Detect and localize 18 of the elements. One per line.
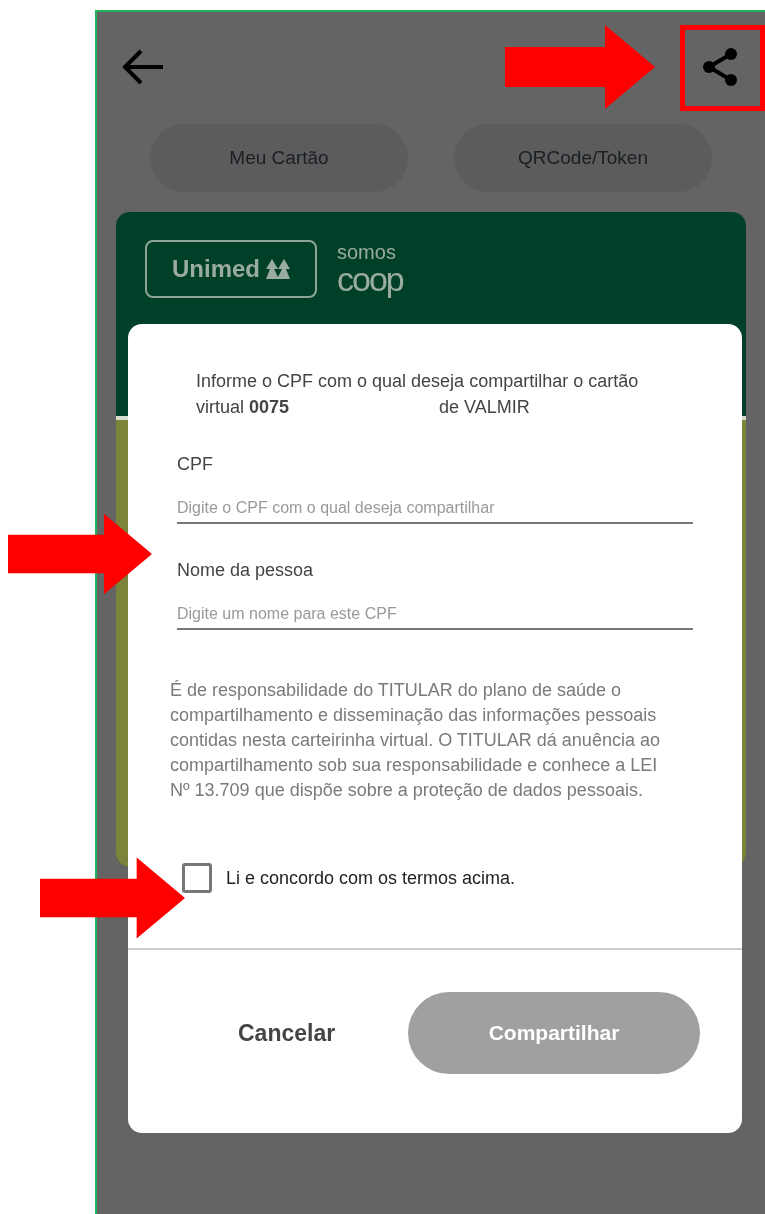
text-field[interactable]: Digite um nome para este CPF: [177, 600, 693, 630]
cancel-button[interactable]: Cancelar: [208, 1005, 366, 1061]
tab[interactable]: QRCode/Token: [454, 124, 712, 192]
field-label: Nome da pessoa: [177, 559, 315, 582]
agree-label: Li e concordo com os termos acima.: [226, 866, 516, 890]
brand-logo: Unimed: [145, 240, 317, 298]
tree-icon: [266, 259, 290, 279]
tab[interactable]: Meu Cartão: [150, 124, 408, 192]
field-label: CPF: [177, 453, 214, 476]
disclaimer-text: É de responsabilidade do TITULAR do plano de saúde o compartilhamento e disseminação das informações pessoais contidas nesta carteirinha virtual. O TITULAR dá anuência ao compartilhamento sob sua responsabilidade e conhece a LEI Nº 13.709 que dispõe sobre a proteção de dados pessoais.: [170, 679, 661, 802]
annotation-arrow-icon: [8, 513, 152, 595]
agree-checkbox[interactable]: [182, 863, 212, 893]
annotation-arrow-icon: [505, 25, 655, 109]
dialog-message: Informe o CPF com o qual deseja compartilhar o cartão virtual 0075 de VALMIR: [196, 370, 640, 419]
back-arrow-icon[interactable]: [121, 47, 165, 87]
text-field[interactable]: Digite o CPF com o qual deseja compartilhar: [177, 494, 693, 524]
coop-logo: somos coop: [337, 242, 403, 296]
annotation-arrow-icon: [40, 856, 185, 940]
